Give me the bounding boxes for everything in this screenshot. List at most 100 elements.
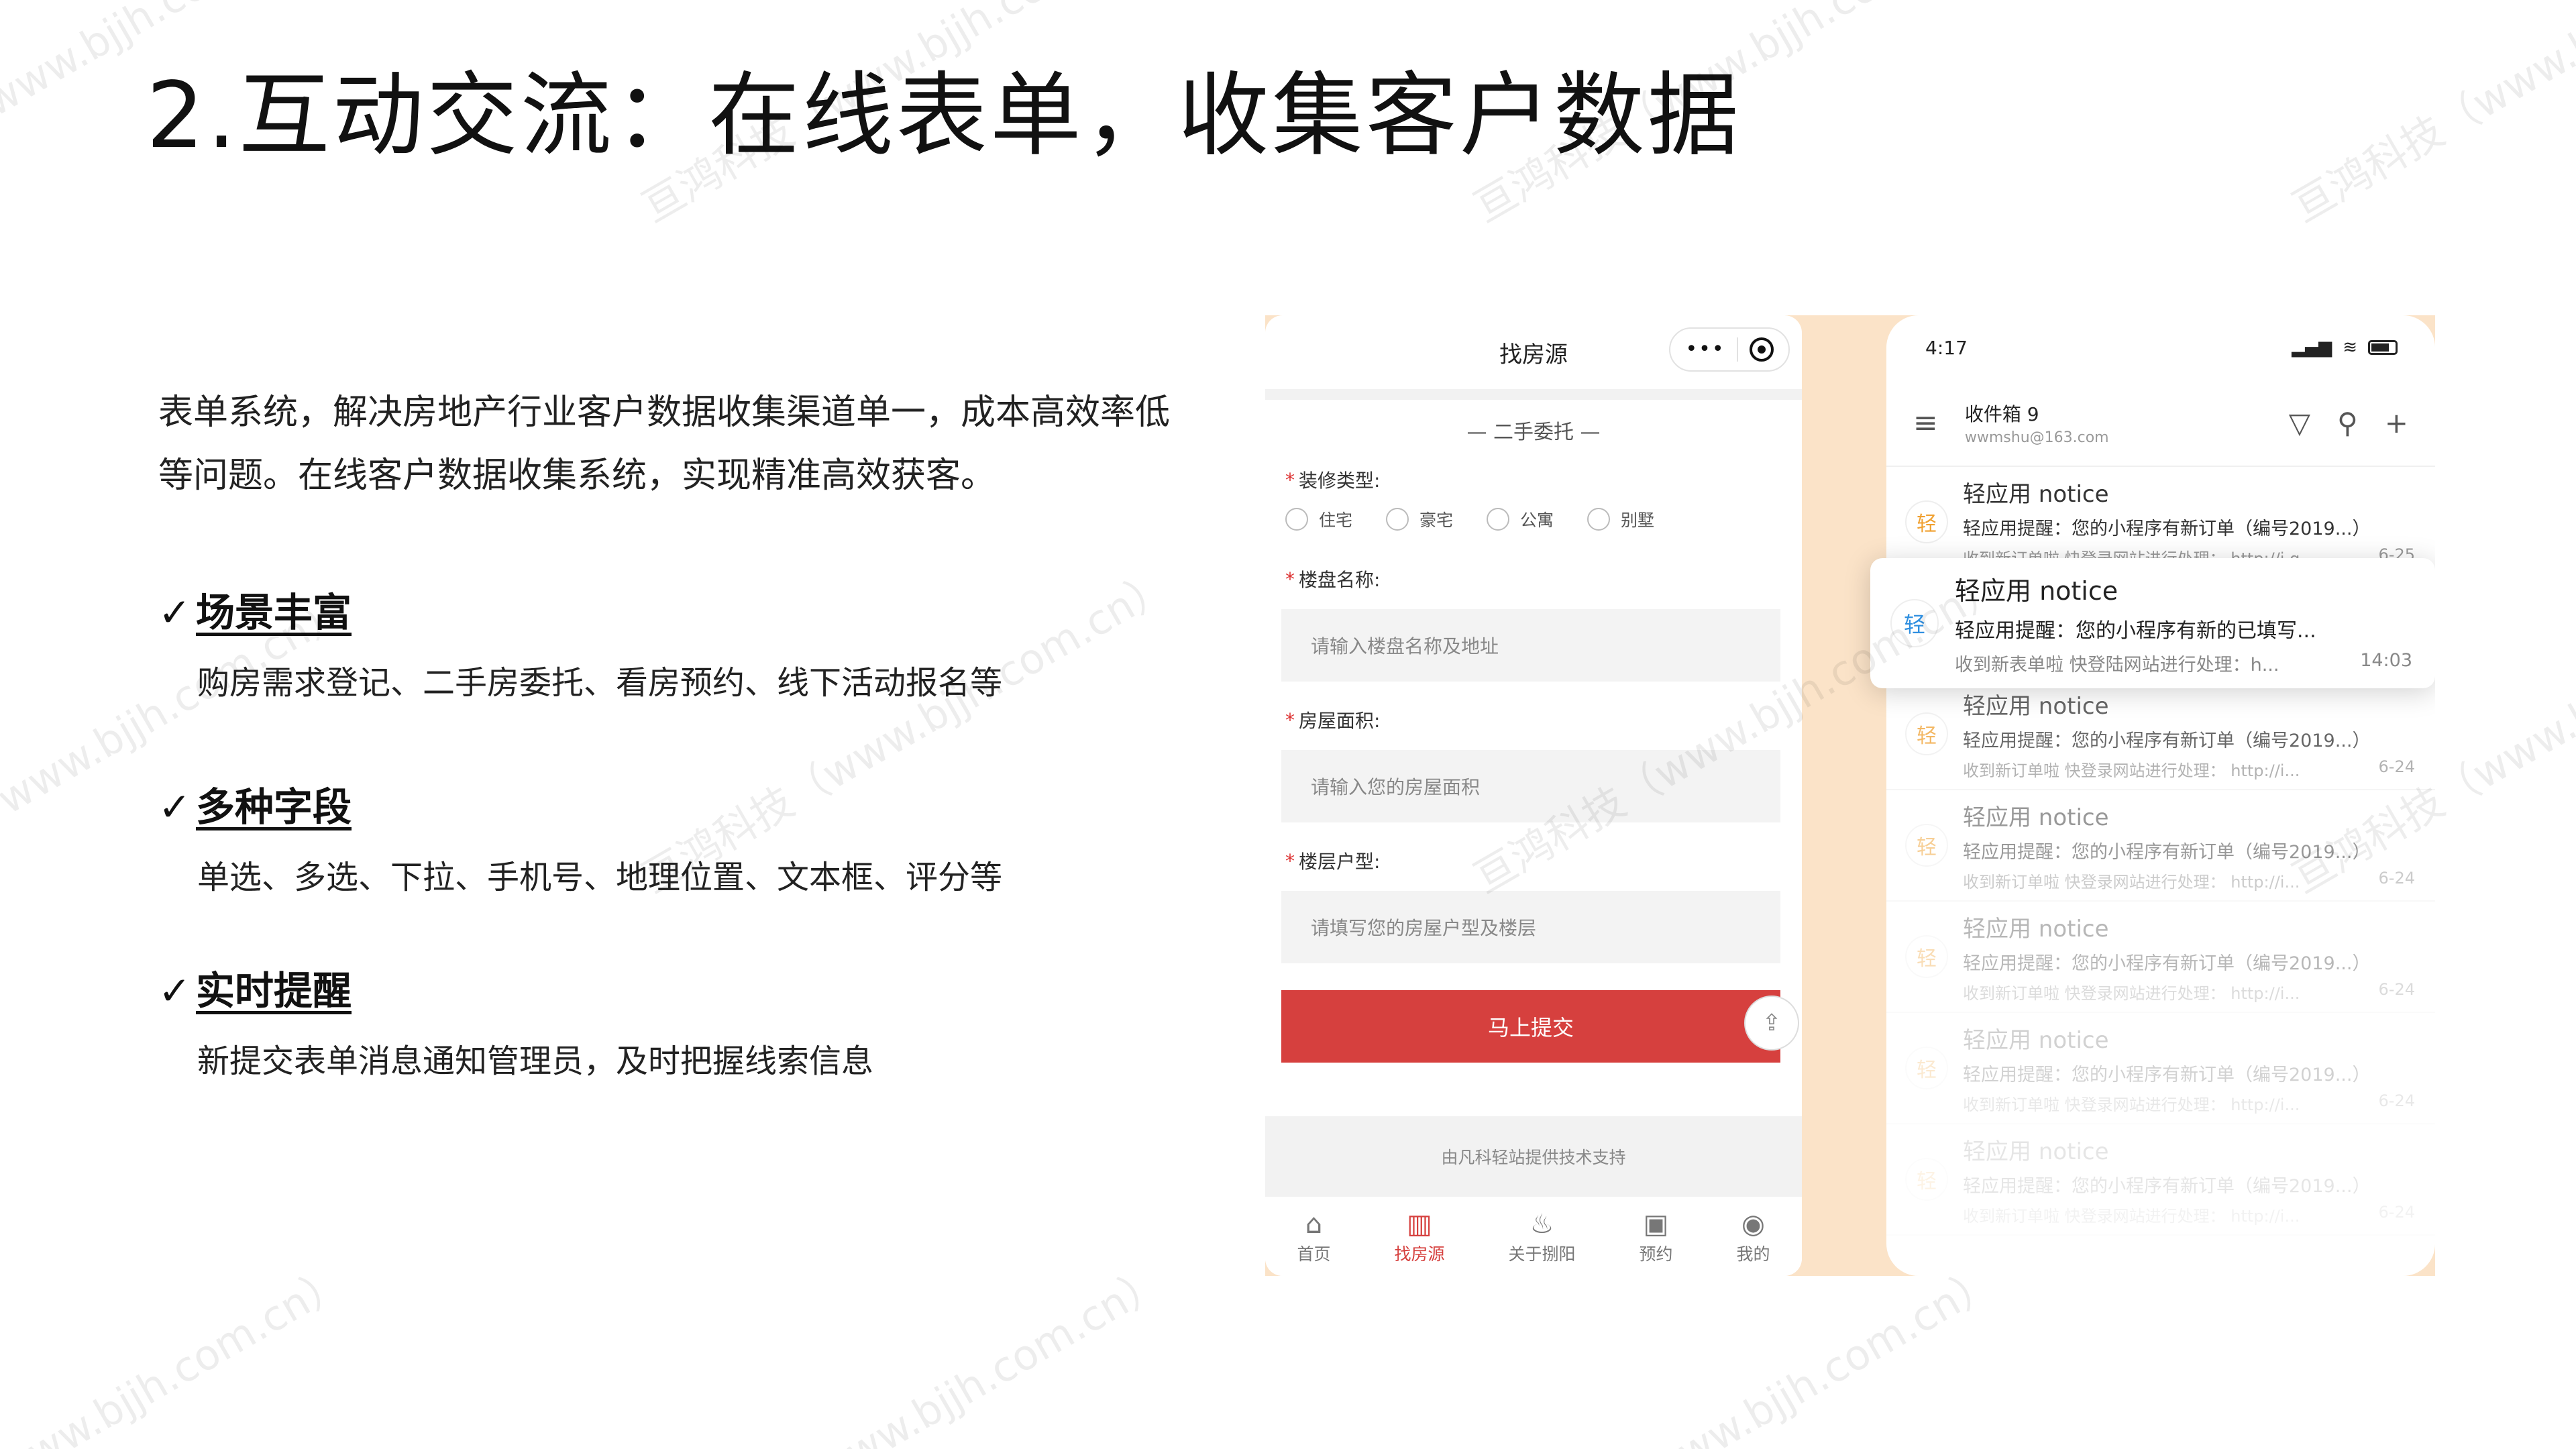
form-section-title: — 二手委托 — xyxy=(1466,421,1601,444)
tab-home[interactable]: ⌂ 首页 xyxy=(1297,1208,1330,1265)
home-icon: ⌂ xyxy=(1305,1209,1323,1240)
feature-heading: ✓ 多种字段 xyxy=(158,775,1205,832)
mail-subject: 轻应用提醒：您的小程序有新订单（编号2019...） xyxy=(1963,518,2371,539)
tab-booking[interactable]: ▣ 预约 xyxy=(1639,1208,1672,1265)
close-mini-program-icon[interactable] xyxy=(1749,337,1774,362)
section-divider xyxy=(1265,389,1802,400)
radio-option[interactable]: 公寓 xyxy=(1487,507,1554,531)
mail-preview: 收到新订单啦 快登录网站进行处理： http://i... xyxy=(1963,983,2300,1003)
feature-title: 实时提醒 xyxy=(196,968,352,1014)
mail-subject: 轻应用提醒：您的小程序有新订单（编号2019...） xyxy=(1963,953,2371,974)
tab-find-house[interactable]: ▥ 找房源 xyxy=(1394,1208,1444,1265)
notice-avatar: 轻 xyxy=(1890,599,1939,647)
radio-circle-icon[interactable] xyxy=(1587,508,1611,531)
radio-circle-icon[interactable] xyxy=(1487,508,1510,531)
feature-title: 场景丰富 xyxy=(196,590,352,635)
mail-sender: 轻应用 notice xyxy=(1963,915,2109,943)
mail-item[interactable]: 轻 轻应用 notice 轻应用提醒：您的小程序有新订单（编号2019...） … xyxy=(1886,790,2435,902)
house-layout-field: * 楼层户型: xyxy=(1265,841,1802,880)
calendar-icon: ▣ xyxy=(1643,1209,1669,1240)
feature-heading: ✓ 实时提醒 xyxy=(158,959,1205,1016)
feature-item: ✓ 多种字段 单选、多选、下拉、手机号、地理位置、文本框、评分等 xyxy=(158,775,1205,898)
add-icon[interactable]: + xyxy=(2385,407,2408,439)
field-label: * 装修类型: xyxy=(1285,460,1782,499)
mail-body: 轻应用 notice 轻应用提醒：您的小程序有新订单（编号2019...） 收到… xyxy=(1963,799,2415,892)
feature-desc: 新提交表单消息通知管理员，及时把握线索信息 xyxy=(197,1042,874,1080)
field-label: * 楼层户型: xyxy=(1285,841,1782,880)
filter-icon[interactable]: ▽ xyxy=(2289,407,2310,439)
decoration-type-field: * 装修类型: 住宅 豪宅 公寓 别墅 xyxy=(1265,460,1802,539)
tab-label: 首页 xyxy=(1297,1244,1331,1264)
capsule-divider xyxy=(1736,337,1738,362)
tab-label: 预约 xyxy=(1639,1244,1673,1264)
notification-body: 轻应用 notice 轻应用提醒：您的小程序有新的已填写... 收到新表单啦 快… xyxy=(1955,570,2412,676)
tab-about[interactable]: ♨ 关于捌阳 xyxy=(1508,1208,1575,1265)
mail-sender: 轻应用 notice xyxy=(1963,692,2109,720)
tab-label: 我的 xyxy=(1736,1244,1770,1264)
building-icon: ▥ xyxy=(1407,1209,1432,1240)
mail-sender: 轻应用 notice xyxy=(1963,1138,2109,1165)
notification-footer: 收到新表单啦 快登陆网站进行处理：h... 14:03 xyxy=(1955,650,2412,676)
share-icon[interactable]: ⇪ xyxy=(1744,996,1799,1051)
radio-circle-icon[interactable] xyxy=(1386,508,1409,531)
notice-avatar: 轻 xyxy=(1905,935,1948,978)
form-nav-title: 找房源 xyxy=(1499,341,1568,368)
field-label: * 楼盘名称: xyxy=(1285,559,1782,598)
radio-circle-icon[interactable] xyxy=(1285,508,1308,531)
mail-body: 轻应用 notice 轻应用提醒：您的小程序有新订单（编号2019...） 收到… xyxy=(1963,910,2415,1004)
watermark: www.bjjh.com.cn） xyxy=(1639,1255,2005,1449)
intro-line-2: 等问题。在线客户数据收集系统，实现精准高效获客。 xyxy=(158,455,996,496)
mail-item[interactable]: 轻 轻应用 notice 轻应用提醒：您的小程序有新订单（编号2019...） … xyxy=(1886,902,2435,1013)
intro-line-1: 表单系统，解决房地产行业客户数据收集渠道单一，成本高效率低 xyxy=(158,392,1171,433)
mail-body: 轻应用 notice 轻应用提醒：您的小程序有新订单（编号2019...） 收到… xyxy=(1963,688,2415,781)
feature-title: 多种字段 xyxy=(196,784,352,830)
mail-date: 6-24 xyxy=(2378,1202,2415,1222)
tab-mine[interactable]: ◉ 我的 xyxy=(1736,1208,1770,1265)
mail-date: 6-24 xyxy=(2378,1091,2415,1110)
mail-date: 6-24 xyxy=(2378,757,2415,776)
intro-paragraph: 表单系统，解决房地产行业客户数据收集渠道单一，成本高效率低 等问题。在线客户数据… xyxy=(158,381,1205,507)
battery-icon xyxy=(2368,340,2398,355)
required-mark: * xyxy=(1285,568,1295,590)
status-time: 4:17 xyxy=(1925,336,1968,359)
mail-item[interactable]: 轻 轻应用 notice 轻应用提醒：您的小程序有新订单（编号2019...） … xyxy=(1886,679,2435,790)
notification-time: 14:03 xyxy=(2360,650,2412,671)
building-name-field: * 楼盘名称: xyxy=(1265,559,1802,598)
mini-program-capsule[interactable]: ••• xyxy=(1669,327,1790,372)
user-icon: ◉ xyxy=(1741,1209,1765,1240)
building-name-input[interactable]: 请输入楼盘名称及地址 xyxy=(1281,609,1780,682)
footer-text: 由凡科轻站提供技术支持 xyxy=(1441,1148,1626,1167)
mail-item[interactable]: 轻 轻应用 notice 轻应用提醒：您的小程序有新订单（编号2019...） … xyxy=(1886,1013,2435,1124)
mail-footer: 收到新订单啦 快登录网站进行处理： http://i... 6-24 xyxy=(1963,1091,2415,1115)
mail-sender: 轻应用 notice xyxy=(1963,480,2109,508)
mail-body: 轻应用 notice 轻应用提醒：您的小程序有新订单（编号2019...） 收到… xyxy=(1963,1133,2415,1226)
inbox-account: wwmshu@163.com xyxy=(1964,429,2109,446)
tech-support-footer: 由凡科轻站提供技术支持 xyxy=(1265,1116,1802,1197)
watermark: 亘鸿科技（www.bjjh.com.cn） xyxy=(2284,0,2576,232)
wifi-icon: ≋ xyxy=(2343,337,2357,358)
mail-footer: 收到新订单啦 快登录网站进行处理： http://i... 6-24 xyxy=(1963,980,2415,1004)
new-form-notification[interactable]: 轻 轻应用 notice 轻应用提醒：您的小程序有新的已填写... 收到新表单啦… xyxy=(1870,558,2435,688)
feature-desc: 单选、多选、下拉、手机号、地理位置、文本框、评分等 xyxy=(197,859,1003,896)
menu-icon[interactable]: ≡ xyxy=(1913,406,1938,440)
decoration-label: 装修类型: xyxy=(1299,470,1381,492)
check-icon: ✓ xyxy=(158,968,191,1014)
house-area-input[interactable]: 请输入您的房屋面积 xyxy=(1281,750,1780,822)
radio-option[interactable]: 豪宅 xyxy=(1386,507,1453,531)
radio-label: 公寓 xyxy=(1520,511,1554,530)
submit-button[interactable]: 马上提交 xyxy=(1281,990,1780,1063)
radio-label: 住宅 xyxy=(1319,511,1353,530)
radio-option[interactable]: 住宅 xyxy=(1285,507,1352,531)
notice-avatar: 轻 xyxy=(1905,1046,1948,1089)
check-icon: ✓ xyxy=(158,784,191,830)
mail-item[interactable]: 轻 轻应用 notice 轻应用提醒：您的小程序有新订单（编号2019...） … xyxy=(1886,1124,2435,1236)
house-layout-input[interactable]: 请填写您的房屋户型及楼层 xyxy=(1281,891,1780,963)
inbox-title: 收件箱 9 xyxy=(1964,402,2039,425)
more-icon[interactable]: ••• xyxy=(1685,339,1725,360)
mail-app-screen: 4:17 ▂▄▆ ≋ ≡ 收件箱 9 wwmshu@163.com ▽ ⚲ + … xyxy=(1886,315,2435,1276)
radio-option[interactable]: 别墅 xyxy=(1587,507,1654,531)
notification-sender: 轻应用 notice xyxy=(1955,576,2118,606)
tab-label: 找房源 xyxy=(1394,1244,1445,1264)
feature-item: ✓ 实时提醒 新提交表单消息通知管理员，及时把握线索信息 xyxy=(158,959,1205,1081)
search-icon[interactable]: ⚲ xyxy=(2337,407,2358,439)
